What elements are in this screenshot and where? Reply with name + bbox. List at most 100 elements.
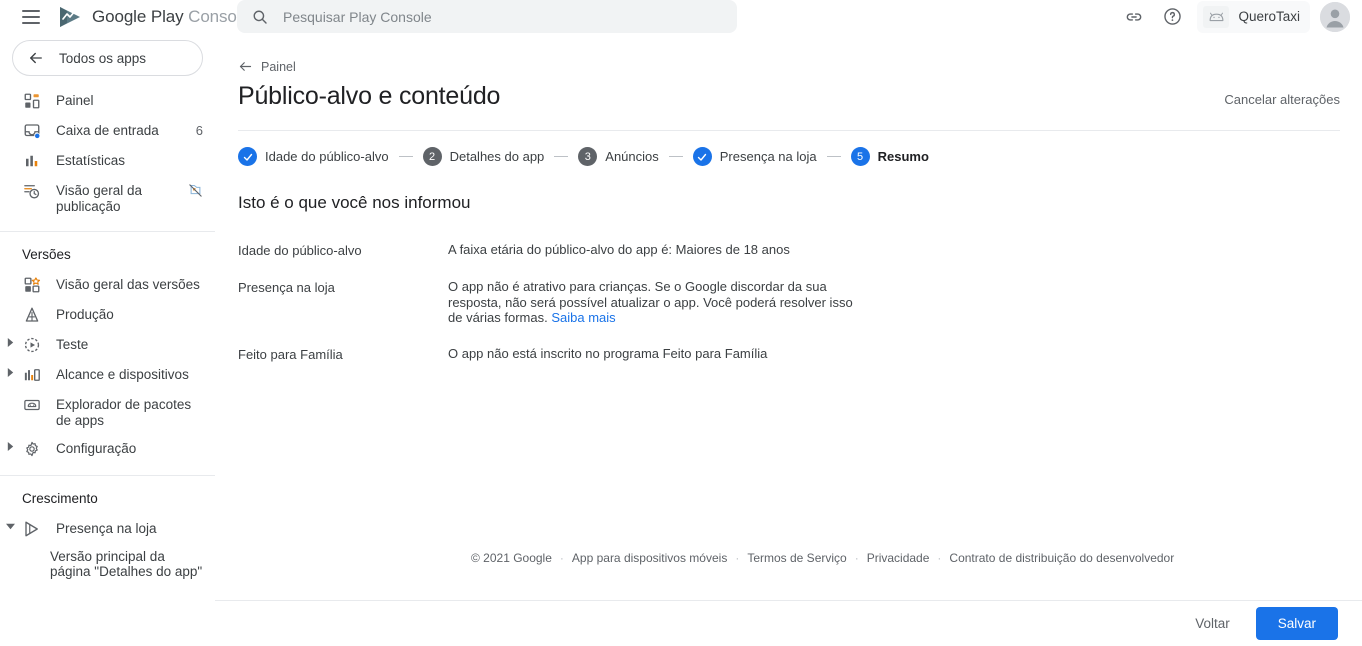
breadcrumb-label: Painel	[261, 59, 296, 74]
footer-separator: ·	[854, 551, 859, 565]
app-selector-chip[interactable]: QueroTaxi	[1197, 0, 1310, 33]
step-separator	[668, 156, 683, 157]
save-button[interactable]: Salvar	[1255, 607, 1338, 640]
section-title: Isto é o que você nos informou	[238, 193, 471, 212]
sidebar-item-label: Explorador de pacotes de apps	[56, 397, 192, 428]
summary-list: Idade do público-alvo A faixa etária do …	[215, 242, 1362, 363]
android-glyph	[1209, 12, 1224, 21]
sidebar-item-visao-geral-das-versoes[interactable]: Visão geral das versões	[0, 270, 215, 300]
top-app-bar: Google Play Console Pesquisar Play Conso…	[0, 0, 1362, 33]
sidebar-item-estatisticas[interactable]: Estatísticas	[0, 146, 215, 176]
summary-value-text: O app não está inscrito no programa Feit…	[448, 345, 768, 361]
summary-label: Presença na loja	[238, 280, 335, 295]
caret-placeholder	[2, 305, 18, 308]
sidebar-item-painel[interactable]: Painel	[0, 86, 215, 116]
step-anuncios[interactable]: 3 Anúncios	[578, 147, 659, 166]
footer-separator: ·	[937, 551, 942, 565]
breadcrumb[interactable]: Painel	[238, 59, 296, 74]
avatar[interactable]	[1320, 1, 1350, 32]
footer-link-contrato[interactable]: Contrato de distribuição do desenvolvedo…	[949, 551, 1174, 565]
step-resumo[interactable]: 5 Resumo	[850, 147, 929, 166]
publishing-muted-icon	[188, 181, 203, 198]
search-input[interactable]	[283, 0, 723, 33]
sidebar-group-title-crescimento: Crescimento	[22, 491, 98, 506]
sidebar-item-label: Presença na loja	[56, 521, 157, 536]
avatar-person-icon	[1320, 1, 1350, 32]
brand-title-bold: Google Play	[92, 6, 184, 26]
search-icon	[253, 10, 267, 24]
sidebar-item-label: Estatísticas	[56, 153, 126, 168]
cancel-changes-link[interactable]: Cancelar alterações	[1224, 92, 1340, 107]
summary-row: Idade do público-alvo A faixa etária do …	[215, 242, 1362, 259]
gear-icon	[20, 439, 44, 458]
chevron-right-icon[interactable]	[2, 335, 18, 347]
caret-placeholder	[2, 395, 18, 398]
sidebar-item-badge: 6	[195, 123, 203, 138]
summary-label: Idade do público-alvo	[238, 243, 362, 258]
chevron-right-icon[interactable]	[2, 439, 18, 451]
sidebar-subitem-versao-principal[interactable]: Versão principal da página "Detalhes do …	[0, 544, 215, 584]
step-separator	[826, 156, 841, 157]
step-detalhes-do-app[interactable]: 2 Detalhes do app	[422, 147, 545, 166]
inbox-icon	[20, 121, 44, 140]
android-icon	[1203, 5, 1230, 28]
sidebar-item-caixa-de-entrada[interactable]: Caixa de entrada 6	[0, 116, 215, 146]
step-number: 3	[578, 147, 598, 166]
sidebar-item-label: Caixa de entrada	[56, 123, 159, 138]
page-header-row: Público-alvo e conteúdo Cancelar alteraç…	[238, 82, 1340, 111]
back-button[interactable]: Voltar	[1185, 608, 1240, 639]
saiba-mais-link[interactable]: Saiba mais	[551, 310, 615, 325]
all-apps-label: Todos os apps	[59, 50, 147, 66]
page-footer: © 2021 Google · App para dispositivos mó…	[471, 551, 1174, 565]
page-title: Público-alvo e conteúdo	[238, 82, 501, 110]
hamburger-menu-icon[interactable]	[16, 2, 46, 32]
footer-separator: ·	[559, 551, 564, 565]
sidebar: Todos os apps Painel Caixa de entrada 6 …	[0, 33, 215, 646]
caret-placeholder	[2, 91, 18, 94]
footer-link-privacidade[interactable]: Privacidade	[867, 551, 930, 565]
dashboard-icon	[20, 91, 44, 110]
footer-link-app-movel[interactable]: App para dispositivos móveis	[572, 551, 727, 565]
step-idade-do-publico-alvo[interactable]: Idade do público-alvo	[238, 147, 389, 166]
all-apps-button[interactable]: Todos os apps	[12, 40, 203, 76]
step-label: Idade do público-alvo	[265, 149, 389, 164]
bottom-action-bar: Voltar Salvar	[215, 600, 1362, 646]
help-glyph	[1164, 8, 1181, 25]
brand-logo-link[interactable]: Google Play Console	[58, 6, 250, 28]
search-bar[interactable]	[237, 0, 737, 33]
sidebar-item-visao-geral-da-publicacao[interactable]: Visão geral da publicação	[0, 176, 215, 220]
wizard-stepper: Idade do público-alvo 2 Detalhes do app …	[238, 147, 1362, 166]
sidebar-item-label: Painel	[56, 93, 94, 108]
sidebar-item-label: Alcance e dispositivos	[56, 367, 189, 382]
footer-separator: ·	[735, 551, 740, 565]
main-content: Painel Público-alvo e conteúdo Cancelar …	[215, 33, 1362, 646]
footer-link-termos[interactable]: Termos de Serviço	[747, 551, 846, 565]
footer-copyright: © 2021 Google	[471, 551, 552, 565]
summary-value: O app não é atrativo para crianças. Se o…	[448, 279, 868, 326]
step-label: Detalhes do app	[449, 149, 545, 164]
sidebar-item-teste[interactable]: Teste	[0, 330, 215, 360]
step-done-check-icon	[692, 147, 712, 166]
sidebar-item-alcance-e-dispositivos[interactable]: Alcance e dispositivos	[0, 360, 215, 390]
production-icon	[20, 305, 44, 324]
sidebar-item-label: Visão geral das versões	[56, 277, 200, 292]
step-number: 2	[422, 147, 442, 166]
summary-row: Feito para Família O app não está inscri…	[215, 346, 1362, 363]
link-glyph	[1127, 12, 1142, 21]
help-icon[interactable]	[1155, 0, 1189, 34]
chevron-down-icon[interactable]	[2, 519, 18, 531]
link-icon[interactable]	[1117, 0, 1151, 34]
app-chip-label: QueroTaxi	[1238, 9, 1300, 24]
sidebar-item-explorador-de-pacotes-de-apps[interactable]: Explorador de pacotes de apps	[0, 390, 215, 434]
step-presenca-na-loja[interactable]: Presença na loja	[692, 147, 817, 166]
sidebar-item-presenca-na-loja[interactable]: Presença na loja	[0, 514, 215, 544]
summary-value: A faixa etária do público-alvo do app é:…	[448, 242, 790, 259]
sidebar-item-producao[interactable]: Produção	[0, 300, 215, 330]
arrow-left-icon	[239, 62, 252, 71]
sidebar-item-label: Produção	[56, 307, 114, 322]
sidebar-item-configuracao[interactable]: Configuração	[0, 434, 215, 464]
caret-placeholder	[2, 151, 18, 154]
store-presence-icon	[20, 519, 44, 538]
reach-devices-icon	[20, 365, 44, 384]
chevron-right-icon[interactable]	[2, 365, 18, 377]
